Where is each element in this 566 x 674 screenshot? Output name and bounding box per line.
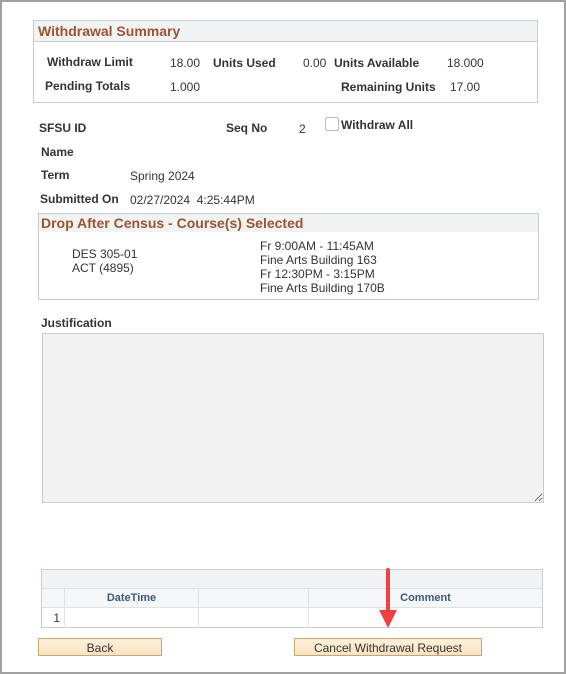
- term-value: Spring 2024: [130, 169, 195, 183]
- sfsu-id-label: SFSU ID: [39, 121, 87, 135]
- schedule-line: Fine Arts Building 163: [260, 253, 377, 267]
- units-available-label: Units Available: [334, 56, 420, 70]
- row-extra: [199, 608, 309, 628]
- withdraw-all-label[interactable]: Withdraw All: [341, 118, 413, 132]
- cancel-withdrawal-request-button[interactable]: Cancel Withdrawal Request: [294, 638, 482, 656]
- units-used-label: Units Used: [213, 56, 276, 70]
- back-button[interactable]: Back: [38, 638, 162, 656]
- grid-header-datetime[interactable]: DateTime: [65, 589, 199, 607]
- term-label: Term: [41, 168, 70, 182]
- seq-no-value: 2: [299, 122, 306, 136]
- grid-header-rownum: [42, 589, 65, 607]
- grid-header-row: DateTime Comment: [42, 589, 542, 608]
- comments-grid: DateTime Comment 1: [41, 569, 543, 628]
- schedule-line: Fine Arts Building 170B: [260, 281, 385, 295]
- row-number: 1: [42, 608, 65, 628]
- course-type: ACT (4895): [72, 261, 134, 275]
- units-used-value: 0.00: [303, 56, 327, 70]
- justification-textarea[interactable]: [42, 333, 544, 503]
- pending-totals-label: Pending Totals: [45, 79, 131, 93]
- row-datetime: [65, 608, 199, 628]
- submitted-on-value: 02/27/2024 4:25:44PM: [130, 193, 255, 207]
- seq-no-label: Seq No: [226, 121, 268, 135]
- withdraw-all-checkbox[interactable]: [325, 117, 339, 131]
- withdraw-limit-label: Withdraw Limit: [47, 55, 133, 69]
- grid-toolbar: [42, 570, 542, 589]
- grid-header-blank: [199, 589, 309, 607]
- course-schedule: Fr 9:00AM - 11:45AM Fine Arts Building 1…: [260, 239, 385, 295]
- pending-totals-value: 1.000: [170, 80, 201, 94]
- remaining-units-value: 17.00: [450, 80, 481, 94]
- submitted-on-label: Submitted On: [40, 192, 119, 206]
- course-code: DES 305-01: [72, 247, 138, 261]
- courses-selected-title: Drop After Census - Course(s) Selected: [39, 214, 538, 232]
- withdraw-limit-value: 18.00: [170, 56, 201, 70]
- schedule-line: Fr 9:00AM - 11:45AM: [260, 239, 374, 253]
- row-comment: [309, 608, 542, 628]
- withdrawal-summary-title: Withdrawal Summary: [34, 21, 537, 42]
- table-row: 1: [42, 608, 542, 628]
- name-label: Name: [41, 145, 74, 159]
- schedule-line: Fr 12:30PM - 3:15PM: [260, 267, 375, 281]
- remaining-units-label: Remaining Units: [341, 80, 436, 94]
- justification-label: Justification: [41, 316, 112, 330]
- annotation-arrow-shaft: [386, 568, 390, 614]
- grid-header-comment[interactable]: Comment: [309, 589, 542, 607]
- annotation-arrow-down-icon: [379, 610, 397, 628]
- units-available-value: 18.000: [447, 56, 484, 70]
